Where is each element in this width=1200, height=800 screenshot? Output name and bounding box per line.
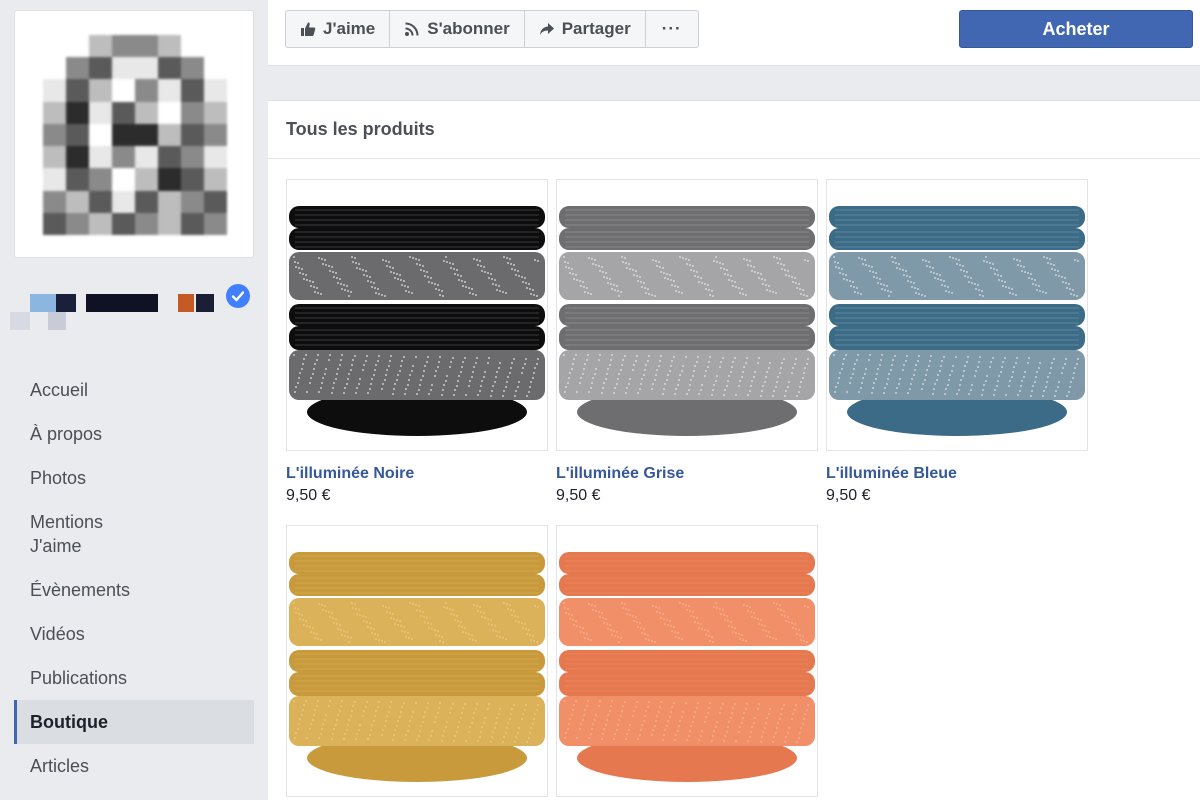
- like-button[interactable]: J'aime: [286, 11, 391, 47]
- thumbs-up-icon: [300, 21, 316, 37]
- sock-stack-illustration: [559, 552, 815, 782]
- product-image[interactable]: [826, 179, 1088, 451]
- rss-icon: [404, 21, 420, 37]
- nav-item-mentions-jaime[interactable]: Mentions J'aime: [14, 500, 154, 568]
- nav-item-a-propos[interactable]: À propos: [14, 412, 254, 456]
- sock-stack-illustration: [829, 206, 1085, 436]
- nav-item-articles[interactable]: Articles: [14, 744, 254, 788]
- more-options-button[interactable]: ···: [646, 11, 698, 47]
- page-navigation: Accueil À propos Photos Mentions J'aime …: [14, 368, 254, 788]
- share-arrow-icon: [539, 21, 555, 37]
- product-image[interactable]: [286, 179, 548, 451]
- share-button[interactable]: Partager: [525, 11, 646, 47]
- product-price: 9,50 €: [286, 487, 331, 504]
- product-name[interactable]: L'illuminée Grise: [556, 465, 818, 483]
- product-card[interactable]: L'illuminée Noire 9,50 €: [286, 179, 548, 505]
- page-name-redacted[interactable]: [10, 288, 225, 334]
- product-price: 9,50 €: [556, 487, 601, 504]
- nav-item-photos[interactable]: Photos: [14, 456, 254, 500]
- buy-button[interactable]: Acheter: [959, 10, 1193, 48]
- product-image[interactable]: [286, 525, 548, 797]
- nav-item-accueil[interactable]: Accueil: [14, 368, 254, 412]
- verified-badge-icon: [226, 284, 250, 308]
- product-card[interactable]: [556, 525, 818, 797]
- product-name[interactable]: L'illuminée Bleue: [826, 465, 1088, 483]
- pixelated-avatar-image: [43, 35, 227, 235]
- product-name[interactable]: L'illuminée Noire: [286, 465, 548, 483]
- sock-stack-illustration: [559, 206, 815, 436]
- subscribe-button-label: S'abonner: [427, 19, 510, 38]
- sock-stack-illustration: [289, 206, 545, 436]
- profile-picture[interactable]: [14, 10, 254, 258]
- like-button-label: J'aime: [323, 19, 376, 38]
- nav-item-videos[interactable]: Vidéos: [14, 612, 254, 656]
- left-sidebar: Accueil À propos Photos Mentions J'aime …: [0, 0, 268, 800]
- page-action-bar: J'aime S'abonner Partager ··· Acheter: [268, 0, 1200, 66]
- shop-section-title: Tous les produits: [268, 101, 1200, 159]
- nav-item-boutique[interactable]: Boutique: [14, 700, 254, 744]
- nav-item-evenements[interactable]: Évènements: [14, 568, 254, 612]
- shop-section: Tous les produits L'illuminée Noire 9,50…: [268, 100, 1200, 800]
- more-icon: ···: [661, 19, 682, 38]
- sock-stack-illustration: [289, 552, 545, 782]
- product-price: 9,50 €: [826, 487, 871, 504]
- product-card[interactable]: L'illuminée Grise 9,50 €: [556, 179, 818, 505]
- nav-item-publications[interactable]: Publications: [14, 656, 254, 700]
- product-card[interactable]: L'illuminée Bleue 9,50 €: [826, 179, 1088, 505]
- product-card[interactable]: [286, 525, 548, 797]
- subscribe-button[interactable]: S'abonner: [390, 11, 525, 47]
- product-image[interactable]: [556, 525, 818, 797]
- share-button-label: Partager: [561, 19, 631, 38]
- page-actions-group: J'aime S'abonner Partager ···: [285, 10, 699, 48]
- product-image[interactable]: [556, 179, 818, 451]
